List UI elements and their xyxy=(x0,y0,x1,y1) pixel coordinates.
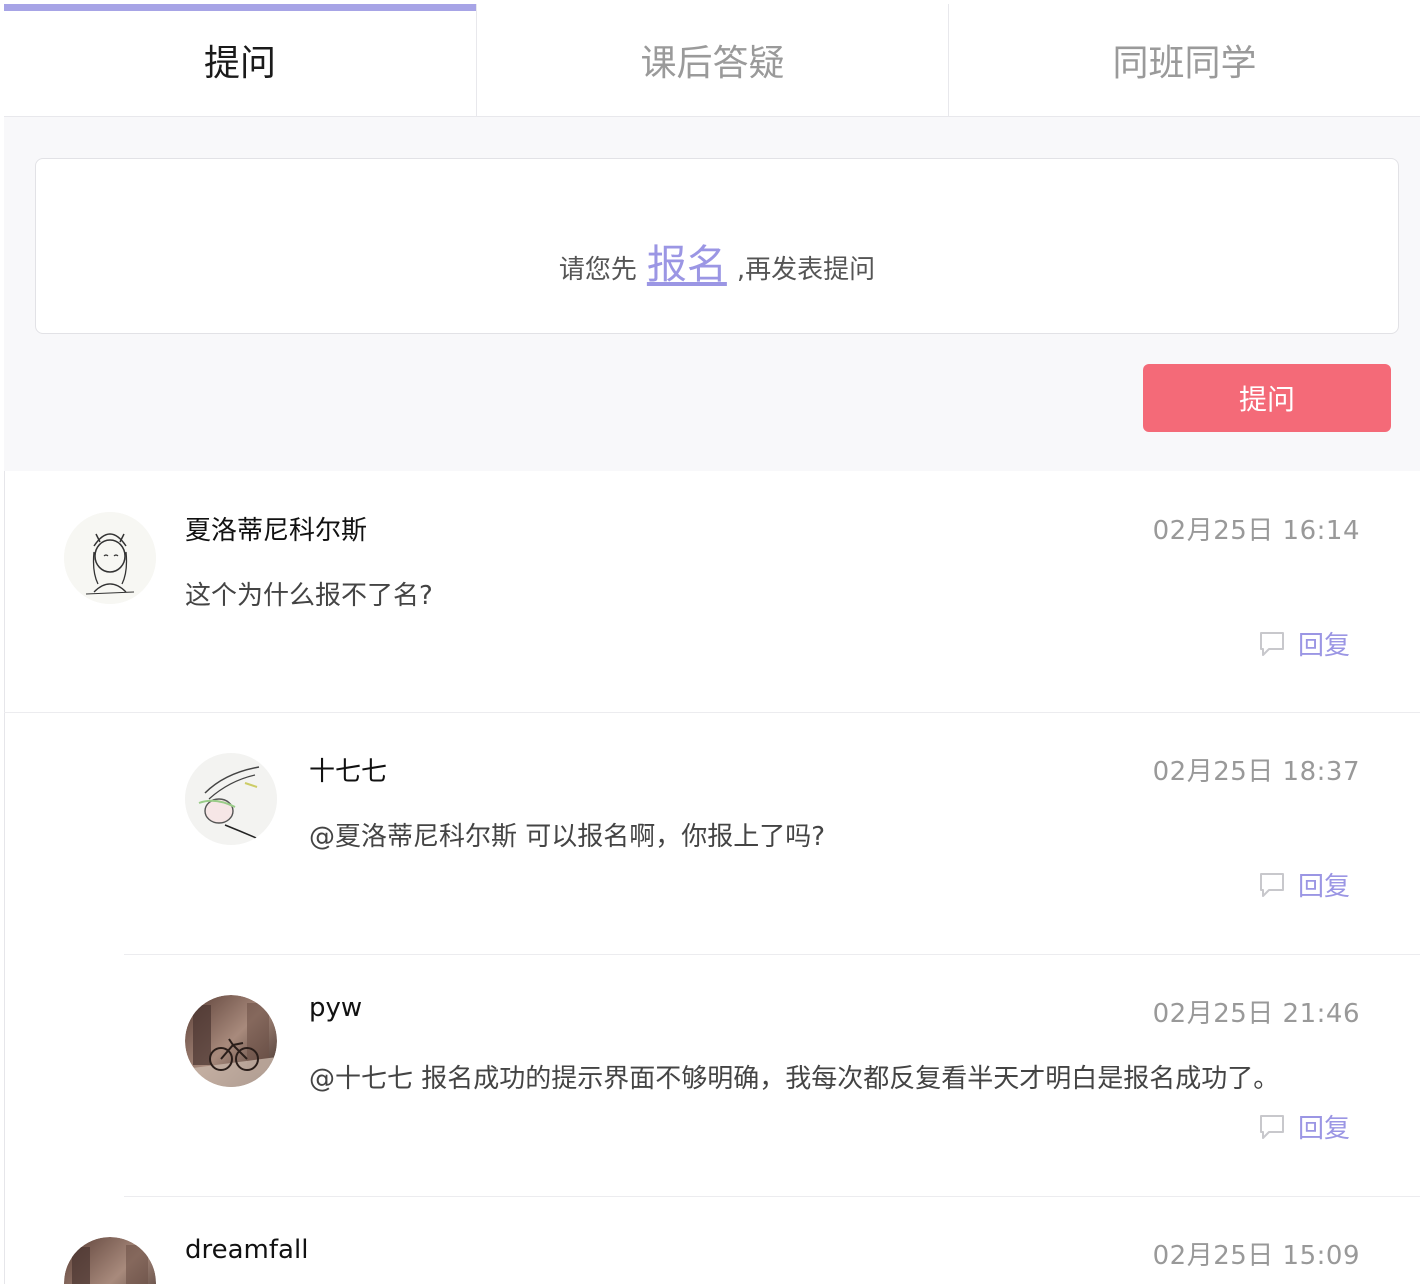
signup-link[interactable]: 报名 xyxy=(647,232,727,290)
comment-author[interactable]: dreamfall xyxy=(185,1235,308,1265)
reply-label: 回复 xyxy=(1297,872,1350,902)
reply-button[interactable]: 回复 xyxy=(1258,1108,1350,1145)
tab-classmates[interactable]: 同班同学 xyxy=(948,4,1420,116)
tab-after-class-qa[interactable]: 课后答疑 xyxy=(476,4,948,116)
speech-bubble-icon xyxy=(1259,1114,1284,1139)
speech-bubble-icon xyxy=(1259,872,1284,897)
reply-button[interactable]: 回复 xyxy=(1258,625,1350,662)
tab-questions[interactable]: 提问 xyxy=(4,4,476,116)
comment-text: @夏洛蒂尼科尔斯 可以报名啊，你报上了吗? xyxy=(309,822,826,852)
reply-item: 十七七 02月25日 18:37 @夏洛蒂尼科尔斯 可以报名啊，你报上了吗? 回… xyxy=(4,713,1420,954)
question-input-box[interactable]: 请您先 报名 ,再发表提问 xyxy=(35,158,1399,334)
comment-text: 这个为什么报不了名? xyxy=(185,581,433,611)
speech-bubble-icon xyxy=(1259,631,1284,656)
comment-time: 02月25日 18:37 xyxy=(1152,757,1360,787)
avatar[interactable] xyxy=(64,512,156,604)
bicycle-photo-avatar-icon xyxy=(185,995,277,1087)
tab-bar: 提问 课后答疑 同班同学 xyxy=(4,4,1420,117)
comment-item: 夏洛蒂尼科尔斯 02月25日 16:14 这个为什么报不了名? 回复 xyxy=(4,472,1420,713)
comment-text: @十七七 报名成功的提示界面不够明确，我每次都反复看半天才明白是报名成功了。 xyxy=(309,1064,1280,1094)
compose-area: 请您先 报名 ,再发表提问 提问 xyxy=(4,117,1420,471)
sketch-girl-avatar-icon xyxy=(64,512,156,604)
reply-item: pyw 02月25日 21:46 @十七七 报名成功的提示界面不够明确，我每次都… xyxy=(4,955,1420,1196)
comment-author[interactable]: 夏洛蒂尼科尔斯 xyxy=(185,510,367,547)
reply-label: 回复 xyxy=(1297,1114,1350,1144)
reply-button[interactable]: 回复 xyxy=(1258,866,1350,903)
avatar[interactable] xyxy=(64,1237,156,1284)
signup-prompt: 请您先 报名 ,再发表提问 xyxy=(559,232,875,290)
comment-author[interactable]: 十七七 xyxy=(309,751,387,788)
bicycle-photo-avatar-icon xyxy=(64,1237,156,1284)
avatar[interactable] xyxy=(185,753,277,845)
prompt-after-text: ,再发表提问 xyxy=(736,255,876,285)
comment-time: 02月25日 15:09 xyxy=(1152,1241,1360,1271)
sketch-face-avatar-icon xyxy=(185,753,277,845)
comment-time: 02月25日 21:46 xyxy=(1152,999,1360,1029)
prompt-before-text: 请您先 xyxy=(558,255,637,285)
reply-label: 回复 xyxy=(1297,631,1350,661)
comment-time: 02月25日 16:14 xyxy=(1152,516,1360,546)
comment-item: dreamfall 02月25日 15:09 xyxy=(4,1197,1420,1284)
avatar[interactable] xyxy=(185,995,277,1087)
submit-question-button[interactable]: 提问 xyxy=(1143,364,1391,432)
comment-author[interactable]: pyw xyxy=(309,993,362,1023)
